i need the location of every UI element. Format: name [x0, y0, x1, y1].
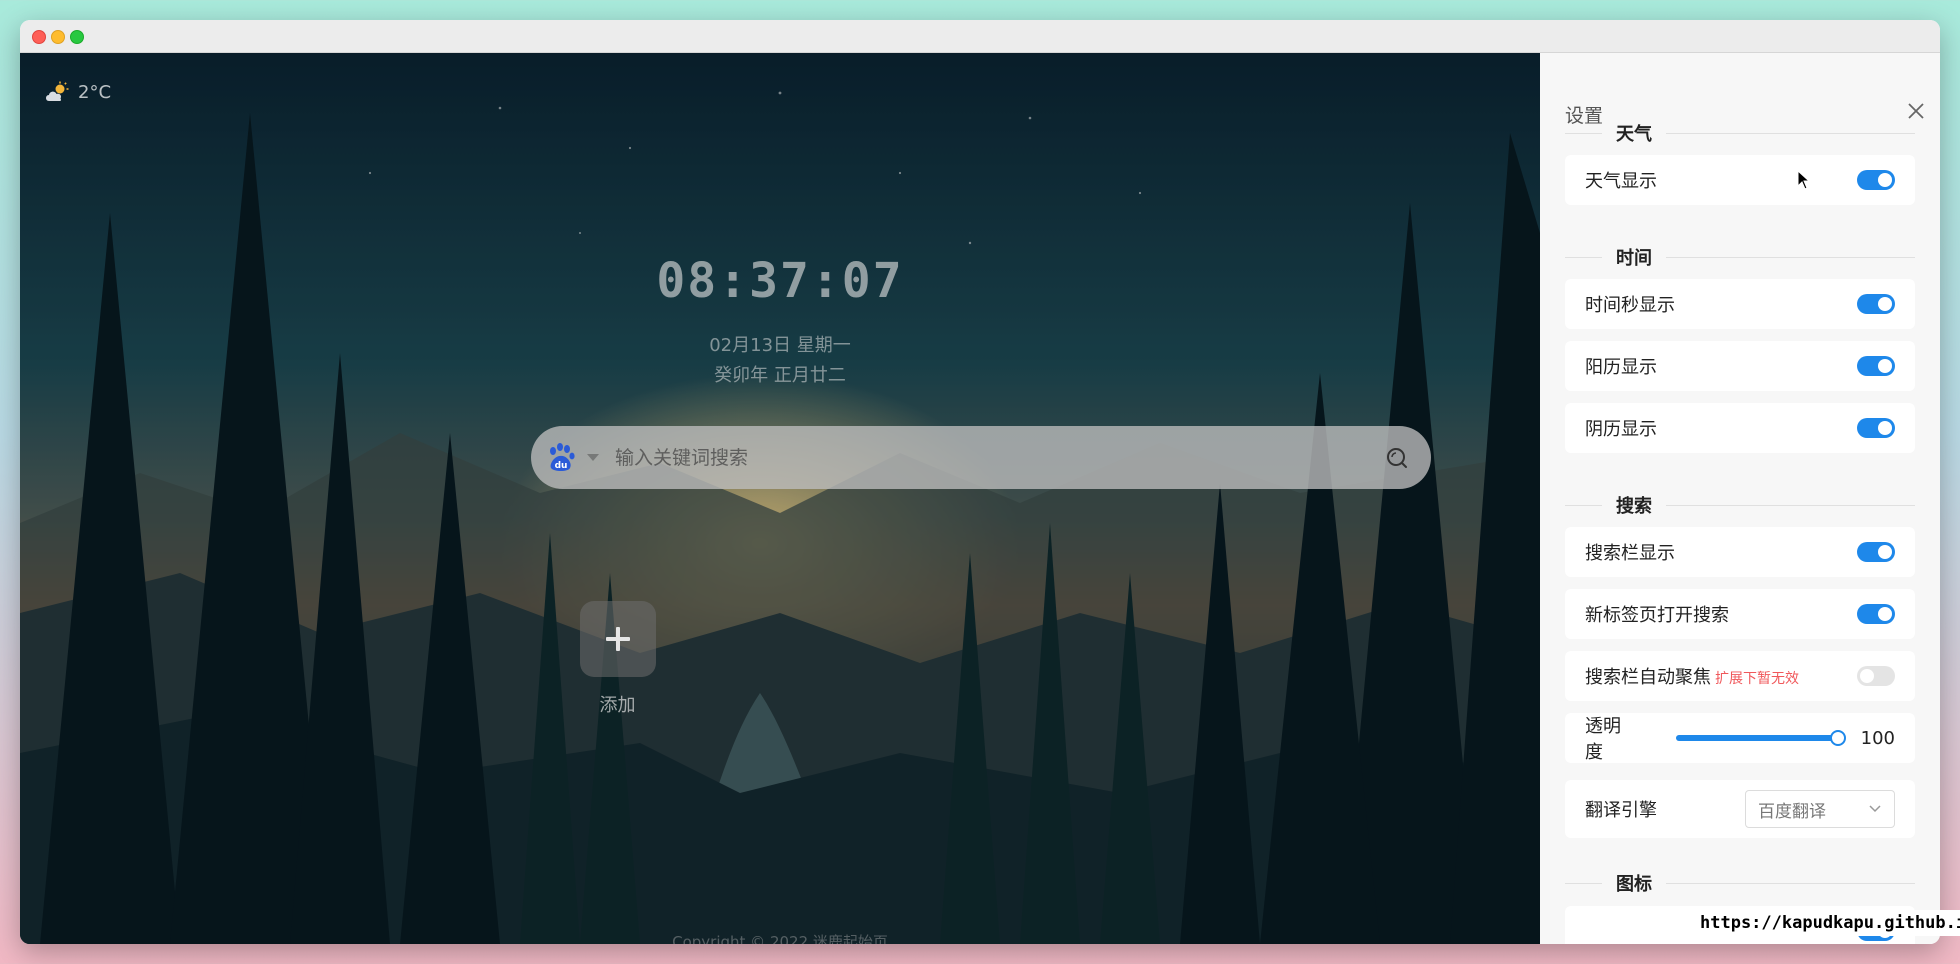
translate-engine-select[interactable]: 百度翻译: [1745, 790, 1895, 828]
section-label: 图标: [1602, 870, 1666, 896]
weather-display-toggle[interactable]: [1857, 170, 1895, 190]
search-engine-selector[interactable]: du: [541, 438, 581, 478]
chevron-down-icon: [1869, 805, 1881, 813]
section-heading-icons: 图标: [1565, 870, 1915, 896]
minimize-window-button[interactable]: [51, 30, 65, 44]
solar-display-toggle[interactable]: [1857, 356, 1895, 376]
svg-text:du: du: [555, 461, 568, 471]
opacity-slider-fill: [1676, 735, 1838, 741]
add-shortcut-tile[interactable]: 添加: [560, 601, 675, 717]
lunar-display-toggle[interactable]: [1857, 418, 1895, 438]
section-heading-time: 时间: [1565, 244, 1915, 270]
setting-label: 阴历显示: [1585, 419, 1657, 440]
searchbar-display-toggle[interactable]: [1857, 542, 1895, 562]
setting-label: 搜索栏自动聚焦 扩展下暂无效: [1585, 663, 1857, 689]
setting-row-autofocus: 搜索栏自动聚焦 扩展下暂无效: [1565, 651, 1915, 701]
autofocus-toggle[interactable]: [1857, 666, 1895, 686]
settings-panel: 设置 天气 天气显示 时间 时间秒显示 阳历显示 阴历显示 搜索 搜索栏显示 新…: [1540, 53, 1940, 944]
newtab-search-toggle[interactable]: [1857, 604, 1895, 624]
setting-label: 新标签页打开搜索: [1585, 605, 1729, 626]
setting-row-translate-engine: 翻译引擎 百度翻译: [1565, 780, 1915, 838]
start-page: 2°C 08:37:07 02月13日 星期一 癸卯年 正月廿二 du 输入关键…: [20, 53, 1540, 944]
autofocus-hint: 扩展下暂无效: [1715, 671, 1799, 687]
setting-row-newtab-search: 新标签页打开搜索: [1565, 589, 1915, 639]
opacity-value: 100: [1860, 727, 1895, 749]
search-icon: [1387, 447, 1407, 468]
setting-label: 阳历显示: [1585, 357, 1657, 378]
autofocus-label: 搜索栏自动聚焦: [1585, 667, 1711, 688]
translate-engine-value: 百度翻译: [1758, 801, 1826, 822]
mouse-cursor-icon: [1797, 170, 1811, 190]
setting-label: 天气显示: [1585, 171, 1657, 192]
close-window-button[interactable]: [32, 30, 46, 44]
url-watermark: https://kapudkapu.github.io: [1692, 910, 1960, 936]
chevron-down-icon[interactable]: [587, 454, 599, 461]
baidu-logo-icon: du: [550, 442, 575, 471]
weather-widget[interactable]: 2°C: [44, 81, 111, 103]
opacity-slider-thumb[interactable]: [1829, 730, 1846, 746]
forest-wallpaper: [20, 53, 1540, 944]
setting-row-weather-display: 天气显示: [1565, 155, 1915, 205]
setting-label: 透明度: [1585, 716, 1621, 763]
setting-row-solar-display: 阳历显示: [1565, 341, 1915, 391]
section-label: 时间: [1602, 244, 1666, 270]
setting-label: 翻译引擎: [1585, 800, 1657, 821]
add-shortcut-label: 添加: [599, 695, 636, 716]
lunar-date: 癸卯年 正月廿二: [714, 365, 846, 386]
maximize-window-button[interactable]: [70, 30, 84, 44]
weather-temperature: 2°C: [78, 81, 112, 103]
partly-cloudy-icon: [46, 81, 69, 101]
setting-label: 搜索栏显示: [1585, 543, 1675, 564]
copyright-text: Copyright © 2022 迷鹿起始页: [672, 933, 888, 944]
solar-date: 02月13日 星期一: [709, 335, 851, 356]
add-shortcut-button[interactable]: [579, 601, 656, 677]
browser-window: 2°C 08:37:07 02月13日 星期一 癸卯年 正月廿二 du 输入关键…: [20, 20, 1940, 944]
setting-row-searchbar-display: 搜索栏显示: [1565, 527, 1915, 577]
plus-icon: [605, 627, 630, 651]
section-heading-search: 搜索: [1565, 492, 1915, 518]
section-label: 搜索: [1602, 492, 1666, 518]
setting-row-opacity: 透明度 100: [1565, 713, 1915, 763]
search-bar: du: [531, 426, 1431, 489]
search-input[interactable]: [615, 437, 1377, 478]
close-icon: [1908, 103, 1924, 119]
title-bar: [20, 20, 1940, 53]
setting-row-time-seconds: 时间秒显示: [1565, 279, 1915, 329]
section-heading-weather: 天气: [1565, 120, 1915, 146]
time-seconds-toggle[interactable]: [1857, 294, 1895, 314]
opacity-slider[interactable]: [1676, 730, 1846, 746]
search-button[interactable]: [1377, 438, 1417, 478]
setting-label: 时间秒显示: [1585, 295, 1675, 316]
setting-row-lunar-display: 阴历显示: [1565, 403, 1915, 453]
section-label: 天气: [1602, 120, 1666, 146]
clock-time: 08:37:07: [656, 253, 904, 309]
